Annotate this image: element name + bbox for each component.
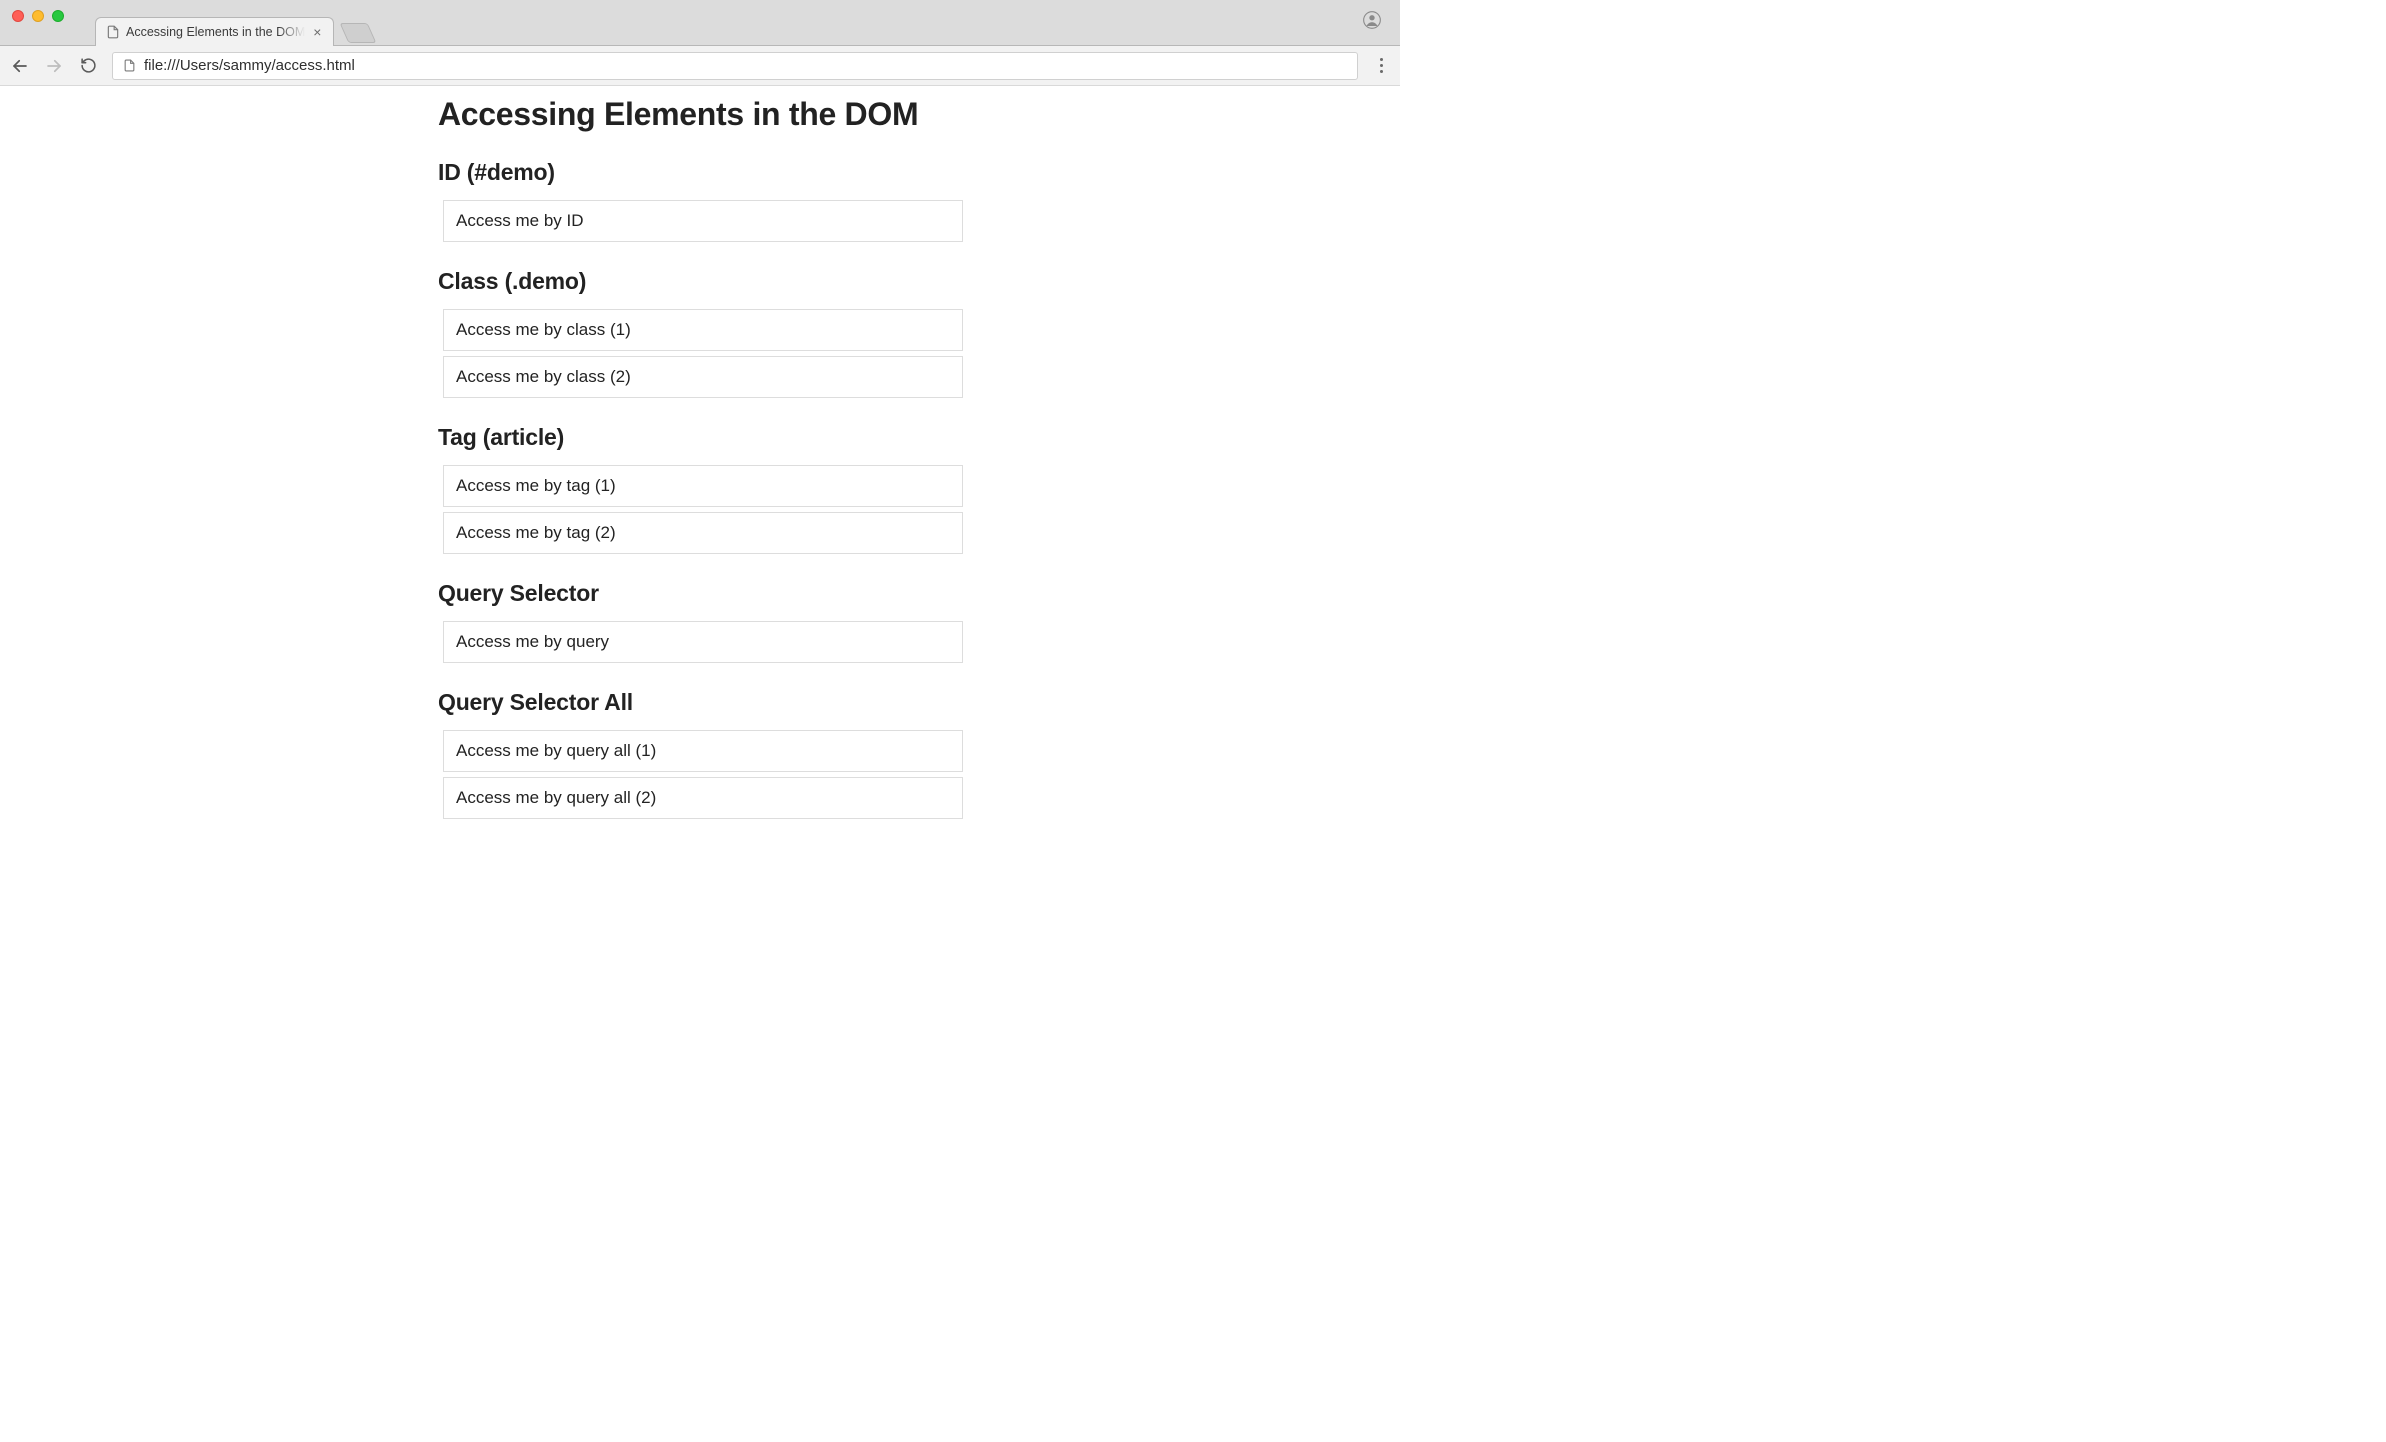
new-tab-button[interactable] <box>340 23 377 43</box>
demo-query-card: Access me by query <box>443 621 963 663</box>
page-viewport[interactable]: Accessing Elements in the DOM ID (#demo)… <box>0 86 1400 847</box>
tab-title: Accessing Elements in the DOM <box>126 25 305 39</box>
section-heading-id: ID (#demo) <box>438 159 963 186</box>
tab-active[interactable]: Accessing Elements in the DOM × <box>95 17 334 46</box>
tab-close-button[interactable]: × <box>311 25 323 39</box>
demo-query-all-card: Access me by query all (1) <box>443 730 963 772</box>
window-minimize-button[interactable] <box>32 10 44 22</box>
page-title: Accessing Elements in the DOM <box>438 96 963 133</box>
window-zoom-button[interactable] <box>52 10 64 22</box>
profile-icon[interactable] <box>1362 10 1382 30</box>
reload-button[interactable] <box>78 56 98 76</box>
section-heading-query: Query Selector <box>438 580 963 607</box>
window-controls <box>12 10 64 22</box>
demo-query-all-card: Access me by query all (2) <box>443 777 963 819</box>
section-heading-query-all: Query Selector All <box>438 689 963 716</box>
window-close-button[interactable] <box>12 10 24 22</box>
browser-toolbar: file:///Users/sammy/access.html <box>0 46 1400 86</box>
demo-class-card: Access me by class (1) <box>443 309 963 351</box>
demo-id-card: Access me by ID <box>443 200 963 242</box>
section-heading-tag: Tag (article) <box>438 424 963 451</box>
file-icon <box>123 59 136 72</box>
browser-tab-strip: Accessing Elements in the DOM × <box>0 0 1400 46</box>
section-heading-class: Class (.demo) <box>438 268 963 295</box>
demo-tag-card: Access me by tag (1) <box>443 465 963 507</box>
back-button[interactable] <box>10 56 30 76</box>
demo-class-card: Access me by class (2) <box>443 356 963 398</box>
address-bar-url: file:///Users/sammy/access.html <box>144 57 355 74</box>
browser-menu-button[interactable] <box>1372 58 1390 73</box>
page-favicon-icon <box>106 25 120 39</box>
forward-button[interactable] <box>44 56 64 76</box>
address-bar[interactable]: file:///Users/sammy/access.html <box>112 52 1358 80</box>
demo-tag-card: Access me by tag (2) <box>443 512 963 554</box>
page-content: Accessing Elements in the DOM ID (#demo)… <box>438 86 963 819</box>
tab-shelf: Accessing Elements in the DOM × <box>95 0 372 45</box>
